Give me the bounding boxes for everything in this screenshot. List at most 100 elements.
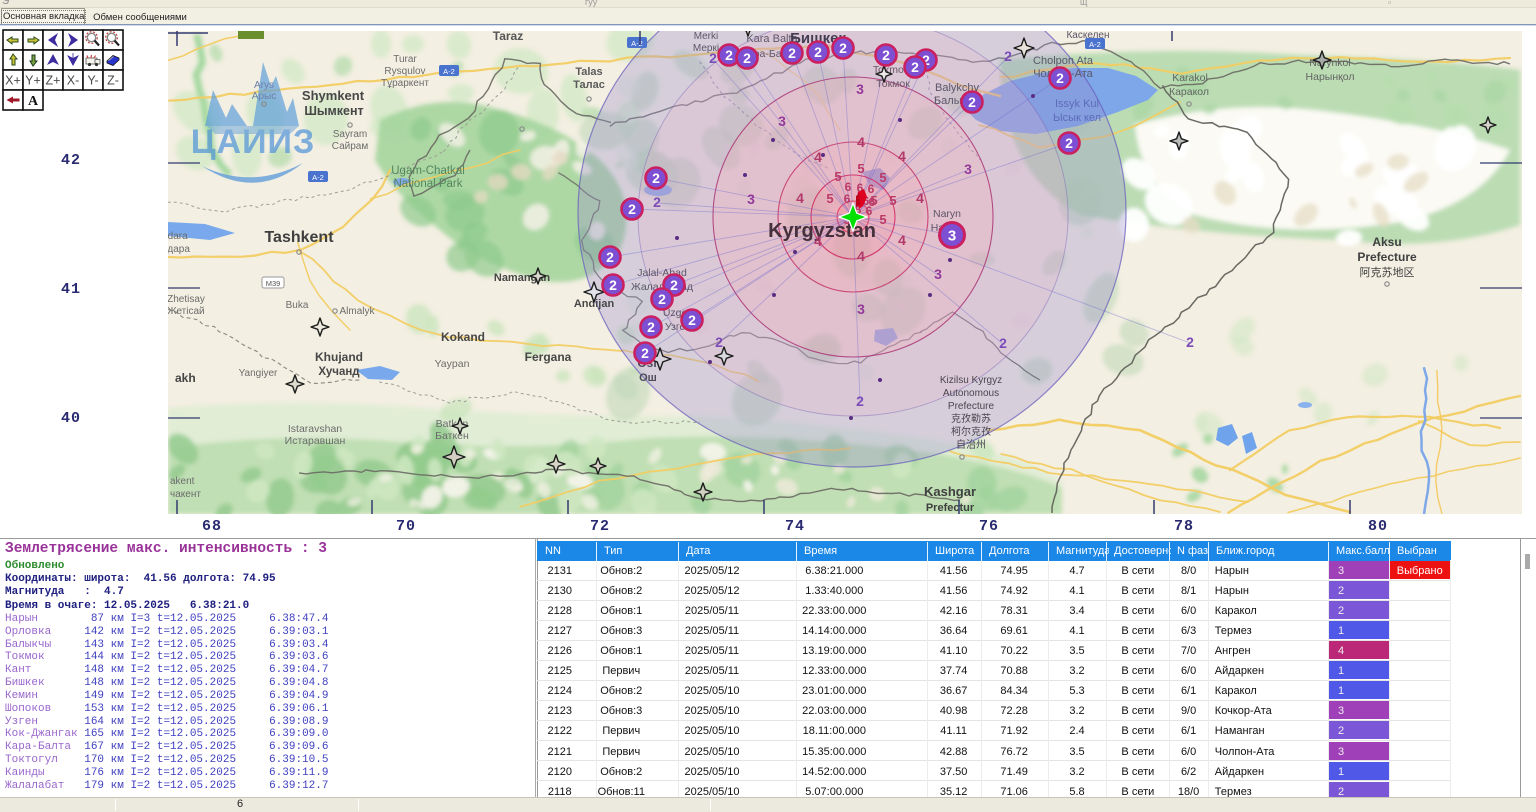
svg-text:Karakol: Karakol xyxy=(1172,72,1208,84)
svg-text:2: 2 xyxy=(968,94,976,110)
svg-text:2: 2 xyxy=(658,291,666,307)
svg-text:5: 5 xyxy=(879,212,886,227)
svg-text:Istaravshan: Istaravshan xyxy=(288,423,342,435)
svg-text:2: 2 xyxy=(911,59,919,75)
svg-text:Баткен: Баткен xyxy=(435,430,469,442)
svg-text:Токмок: Токмок xyxy=(876,78,910,90)
svg-text:M39: M39 xyxy=(266,279,281,288)
svg-text:Shymkent: Shymkent xyxy=(302,88,365,103)
svg-text:4: 4 xyxy=(857,134,865,150)
svg-text:Sayram: Sayram xyxy=(333,129,367,140)
svg-text:4: 4 xyxy=(814,149,822,165)
svg-text:4: 4 xyxy=(796,190,804,206)
svg-text:Arys: Arys xyxy=(254,80,274,91)
svg-text:2: 2 xyxy=(725,47,733,63)
svg-text:2: 2 xyxy=(628,201,636,217)
svg-text:Ugam-Chatkal: Ugam-Chatkal xyxy=(391,165,465,177)
svg-text:5: 5 xyxy=(834,169,841,184)
svg-text:Autonomous: Autonomous xyxy=(943,388,999,399)
svg-text:Fergana: Fergana xyxy=(525,350,572,364)
svg-text:Turar: Turar xyxy=(393,54,417,65)
svg-text:Талас: Талас xyxy=(573,79,605,91)
svg-text:4: 4 xyxy=(898,148,906,164)
svg-text:Talas: Talas xyxy=(575,66,602,78)
svg-text:克孜勒苏: 克孜勒苏 xyxy=(951,412,991,425)
svg-text:Buka: Buka xyxy=(286,300,309,311)
svg-text:Каскелен: Каскелен xyxy=(1066,31,1109,41)
svg-text:3: 3 xyxy=(934,266,942,282)
svg-text:A: A xyxy=(28,94,39,109)
svg-text:2: 2 xyxy=(999,335,1007,351)
svg-text:5: 5 xyxy=(857,161,864,176)
svg-text:Истаравшан: Истаравшан xyxy=(285,435,346,447)
svg-text:Taraz: Taraz xyxy=(493,31,523,43)
svg-text:Yaypan: Yaypan xyxy=(435,358,470,370)
svg-text:2: 2 xyxy=(1004,48,1012,64)
svg-text:2: 2 xyxy=(882,47,890,63)
svg-text:akent: akent xyxy=(170,476,195,487)
svg-text:rdara: rdara xyxy=(168,231,188,242)
svg-text:Сайрам: Сайрам xyxy=(332,141,369,152)
svg-text:Ош: Ош xyxy=(639,372,657,384)
svg-text:Каракол: Каракол xyxy=(1169,86,1209,98)
svg-text:A-2: A-2 xyxy=(443,67,455,76)
svg-text:Khujand: Khujand xyxy=(315,350,363,364)
svg-text:2: 2 xyxy=(1065,135,1073,151)
svg-text:Tashkent: Tashkent xyxy=(264,229,334,246)
svg-text:3: 3 xyxy=(747,191,755,207)
svg-text:3: 3 xyxy=(778,113,786,129)
svg-text:4: 4 xyxy=(814,233,822,249)
svg-text:Тұраркент: Тұраркент xyxy=(381,78,429,89)
svg-text:4: 4 xyxy=(898,232,906,248)
svg-text:Merki: Merki xyxy=(694,31,718,42)
svg-text:A-2: A-2 xyxy=(1089,40,1101,49)
svg-text:Kashgar: Kashgar xyxy=(924,484,976,499)
svg-text:National Park: National Park xyxy=(393,178,462,190)
svg-text:2: 2 xyxy=(1186,334,1194,350)
svg-text:ЦАИИЗ: ЦАИИЗ xyxy=(191,123,316,161)
svg-text:2: 2 xyxy=(652,170,660,186)
svg-text:Арыс: Арыс xyxy=(252,91,276,102)
svg-text:2: 2 xyxy=(609,277,617,293)
svg-text:3: 3 xyxy=(948,227,956,244)
svg-text:4: 4 xyxy=(857,248,865,264)
svg-text:阿克苏地区: 阿克苏地区 xyxy=(1360,266,1415,279)
svg-text:Жетісай: Жетісай xyxy=(168,306,205,317)
svg-text:Prefecture: Prefecture xyxy=(1357,250,1417,264)
svg-text:Хучанд: Хучанд xyxy=(318,366,360,378)
svg-text:чакент: чакент xyxy=(170,489,201,500)
svg-text:3: 3 xyxy=(964,161,972,177)
svg-text:Шымкент: Шымкент xyxy=(304,104,363,118)
svg-text:5: 5 xyxy=(826,191,833,206)
svg-text:2: 2 xyxy=(709,50,717,66)
svg-text:2: 2 xyxy=(606,249,614,265)
svg-text:2: 2 xyxy=(670,277,678,293)
svg-text:2: 2 xyxy=(641,345,649,361)
svg-text:2: 2 xyxy=(743,50,751,66)
svg-text:Z-: Z- xyxy=(107,74,119,88)
svg-text:4: 4 xyxy=(916,190,924,206)
svg-text:5: 5 xyxy=(889,193,896,208)
svg-text:Z+: Z+ xyxy=(46,74,61,88)
svg-text:2: 2 xyxy=(688,312,696,328)
svg-text:Yangiyer: Yangiyer xyxy=(239,368,278,379)
svg-text:X-: X- xyxy=(67,74,80,88)
svg-text:2: 2 xyxy=(653,194,661,210)
svg-text:2: 2 xyxy=(1056,70,1064,86)
svg-text:6: 6 xyxy=(844,192,851,206)
svg-text:3: 3 xyxy=(856,81,864,97)
svg-text:2: 2 xyxy=(856,393,864,409)
svg-text:Issyk Kul: Issyk Kul xyxy=(1055,98,1099,110)
svg-text:3: 3 xyxy=(857,301,865,317)
svg-text:自治州: 自治州 xyxy=(956,438,986,451)
svg-text:5: 5 xyxy=(870,193,877,208)
svg-text:2: 2 xyxy=(715,334,723,350)
svg-text:akh: akh xyxy=(175,371,196,385)
svg-text:Naryn: Naryn xyxy=(933,208,961,220)
svg-text:Kyrgyzstan: Kyrgyzstan xyxy=(768,220,876,242)
svg-text:2: 2 xyxy=(814,44,822,60)
svg-text:Zhetisay: Zhetisay xyxy=(168,294,205,305)
svg-text:A-2: A-2 xyxy=(312,173,324,182)
svg-text:Prefecture: Prefecture xyxy=(948,401,995,412)
svg-text:Rysqulov: Rysqulov xyxy=(384,66,425,77)
